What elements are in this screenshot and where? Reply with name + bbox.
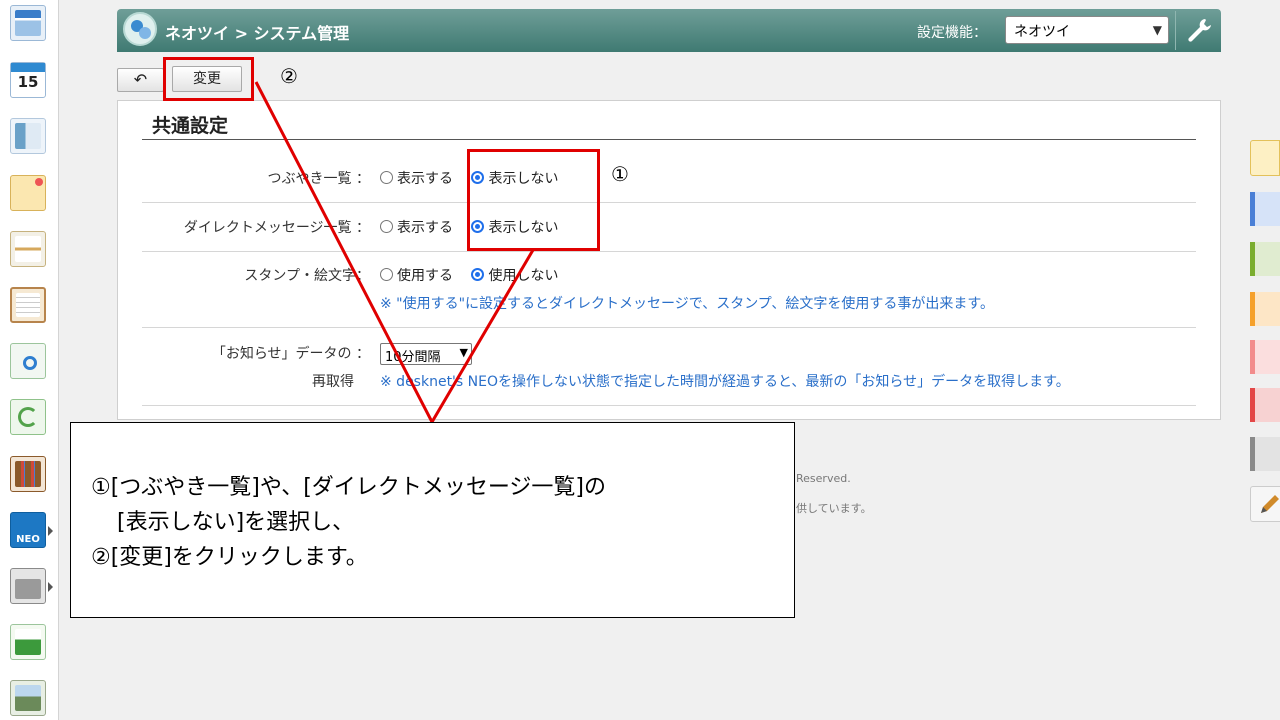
row-divider: [142, 202, 1196, 203]
page-title: 共通設定: [152, 115, 229, 137]
setting-function-label: 設定機能：: [917, 25, 987, 41]
clipboard-icon[interactable]: [10, 287, 46, 323]
folder-icon[interactable]: [10, 568, 53, 604]
orange-tab[interactable]: [1250, 292, 1280, 326]
note-tab-icon[interactable]: [1250, 140, 1280, 176]
tweet-list-label: つぶやき一覧 ：: [267, 171, 370, 187]
neo-app-label: NEO: [16, 534, 40, 545]
memo-icon[interactable]: [10, 175, 46, 211]
notice-refetch-label-2: 再取得: [312, 374, 354, 390]
instruction-line-2: [表示しない]を選択し、: [117, 510, 355, 535]
stamp-emoji-label: スタンプ・絵文字：: [244, 268, 370, 284]
stamp-emoji-radio-group: 使用する 使用しない: [380, 265, 572, 285]
refetch-interval-select[interactable]: 10分間隔 ▼: [380, 343, 472, 365]
landscape-app-icon[interactable]: [10, 680, 46, 716]
bulletin-board-icon[interactable]: [10, 231, 46, 267]
callout-number-1: ①: [611, 162, 629, 186]
callout-number-2: ②: [280, 64, 298, 88]
radio-icon[interactable]: [380, 171, 393, 184]
title-rule: [142, 139, 1196, 140]
stamp-nouse-option[interactable]: 使用しない: [471, 265, 558, 285]
gray-tab[interactable]: [1250, 437, 1280, 471]
dm-list-label: ダイレクトメッセージ一覧 ：: [183, 220, 370, 236]
red-tab[interactable]: [1250, 388, 1280, 422]
radio-icon[interactable]: [380, 220, 393, 233]
radio-icon[interactable]: [380, 268, 393, 281]
pencil-tab-icon[interactable]: [1250, 486, 1280, 522]
green-app-icon[interactable]: [10, 624, 46, 660]
search-document-icon[interactable]: [10, 343, 46, 379]
expand-arrow-icon: [48, 582, 53, 592]
stamp-emoji-note: ※ "使用する"に設定するとダイレクトメッセージで、スタンプ、絵文字を使用する事…: [380, 296, 994, 312]
option-label: 表示する: [397, 220, 453, 236]
option-label: 表示する: [397, 171, 453, 187]
instruction-box: ①[つぶやき一覧]や、[ダイレクトメッセージ一覧]の [表示しない]を選択し、 …: [70, 422, 795, 618]
portal-icon[interactable]: [10, 5, 46, 41]
refetch-interval-value: 10分間隔: [385, 350, 441, 365]
pencil-icon: [1261, 495, 1279, 513]
calendar-icon[interactable]: 15: [10, 62, 46, 98]
chevron-down-icon: ▼: [1152, 23, 1162, 37]
stamp-use-option[interactable]: 使用する: [380, 265, 453, 285]
breadcrumb: ネオツイ > システム管理: [165, 24, 350, 43]
row-divider: [142, 405, 1196, 406]
neo-tweet-logo-icon: [123, 12, 157, 46]
copyright-text: Reserved.: [796, 472, 851, 485]
notice-refetch-label: 「お知らせ」データの ：: [211, 346, 370, 362]
presentation-icon[interactable]: [10, 118, 46, 154]
wrench-icon[interactable]: [1185, 16, 1213, 44]
row-divider: [142, 327, 1196, 328]
app-header: ネオツイ > システム管理 設定機能： ネオツイ ▼: [117, 9, 1221, 52]
blue-tab[interactable]: [1250, 192, 1280, 226]
row-divider: [142, 251, 1196, 252]
calendar-date: 15: [17, 73, 39, 91]
pink-tab[interactable]: [1250, 340, 1280, 374]
dm-list-show-option[interactable]: 表示する: [380, 217, 453, 237]
tweet-list-show-option[interactable]: 表示する: [380, 168, 453, 188]
notice-refetch-note: ※ desknet's NEOを操作しない状態で指定した時間が経過すると、最新の…: [380, 374, 1070, 390]
footer-note: 供しています。: [796, 502, 872, 515]
app-sidebar: 15 NEO: [0, 0, 59, 720]
setting-function-value: ネオツイ: [1014, 24, 1070, 40]
common-settings-panel: 共通設定 つぶやき一覧 ： 表示する 表示しない ダイレクトメッセージ一覧 ： …: [117, 100, 1221, 420]
radio-hide-highlight: [467, 149, 600, 251]
back-button[interactable]: ↶: [117, 68, 164, 92]
green-tab[interactable]: [1250, 242, 1280, 276]
change-button-highlight: [163, 57, 254, 101]
instruction-line-1: ①[つぶやき一覧]や、[ダイレクトメッセージ一覧]の: [91, 475, 606, 500]
setting-function-select[interactable]: ネオツイ ▼: [1005, 16, 1169, 44]
expand-arrow-icon: [48, 526, 53, 536]
binders-icon[interactable]: [10, 456, 46, 492]
option-label: 使用しない: [488, 268, 559, 284]
neo-app-icon[interactable]: NEO: [10, 512, 53, 548]
option-label: 使用する: [397, 268, 453, 284]
recycle-document-icon[interactable]: [10, 399, 46, 435]
header-divider: [1175, 11, 1176, 50]
radio-checked-icon[interactable]: [471, 268, 485, 281]
chevron-down-icon: ▼: [459, 346, 468, 359]
instruction-line-3: ②[変更]をクリックします。: [91, 545, 368, 570]
